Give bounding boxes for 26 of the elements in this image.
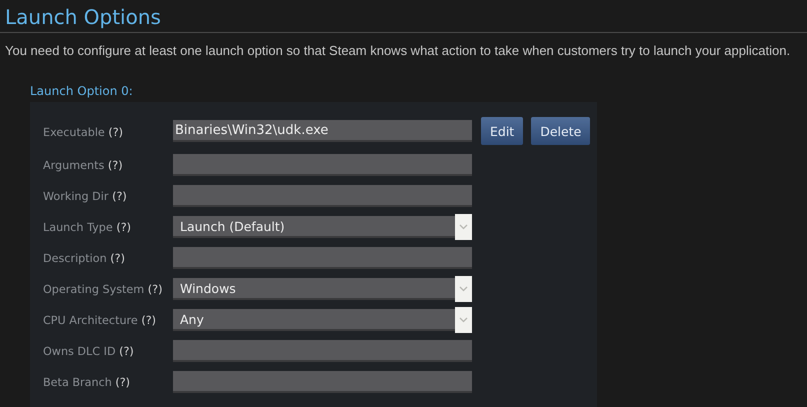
input-field[interactable]	[173, 185, 472, 207]
input-field[interactable]	[173, 154, 472, 176]
chevron-down-icon	[455, 276, 472, 302]
field-label: Operating System (?)	[43, 282, 164, 296]
field-label: Beta Branch (?)	[43, 376, 132, 388]
chevron-down-icon	[455, 307, 472, 333]
field-label: Arguments (?)	[43, 158, 124, 172]
dropdown[interactable]: Any	[173, 309, 472, 331]
input-field[interactable]	[173, 340, 472, 362]
description-text: You need to configure at least one launch option so that Steam knows what action to take when customers try to launch your application.	[4, 42, 792, 58]
delete-button[interactable]: Delete	[531, 117, 590, 145]
dropdown[interactable]: Windows	[173, 278, 472, 300]
field-label: Executable (?)	[43, 126, 124, 139]
input-field[interactable]	[173, 371, 472, 393]
field-label: CPU Architecture (?)	[43, 314, 158, 326]
input-field[interactable]: Binaries\Win32\udk.exe	[173, 120, 472, 142]
dropdown[interactable]: Launch (Default)	[173, 216, 472, 238]
section-title: Launch Option 0:	[30, 84, 134, 98]
field-label: Description (?)	[43, 252, 126, 264]
chevron-down-icon	[455, 214, 472, 240]
input-field[interactable]	[173, 247, 472, 269]
page-title: Launch Options	[0, 0, 807, 33]
field-label: Launch Type (?)	[43, 220, 132, 234]
field-label: Owns DLC ID (?)	[43, 344, 135, 358]
edit-button[interactable]: Edit	[481, 117, 524, 145]
field-label: Working Dir (?)	[43, 190, 128, 202]
